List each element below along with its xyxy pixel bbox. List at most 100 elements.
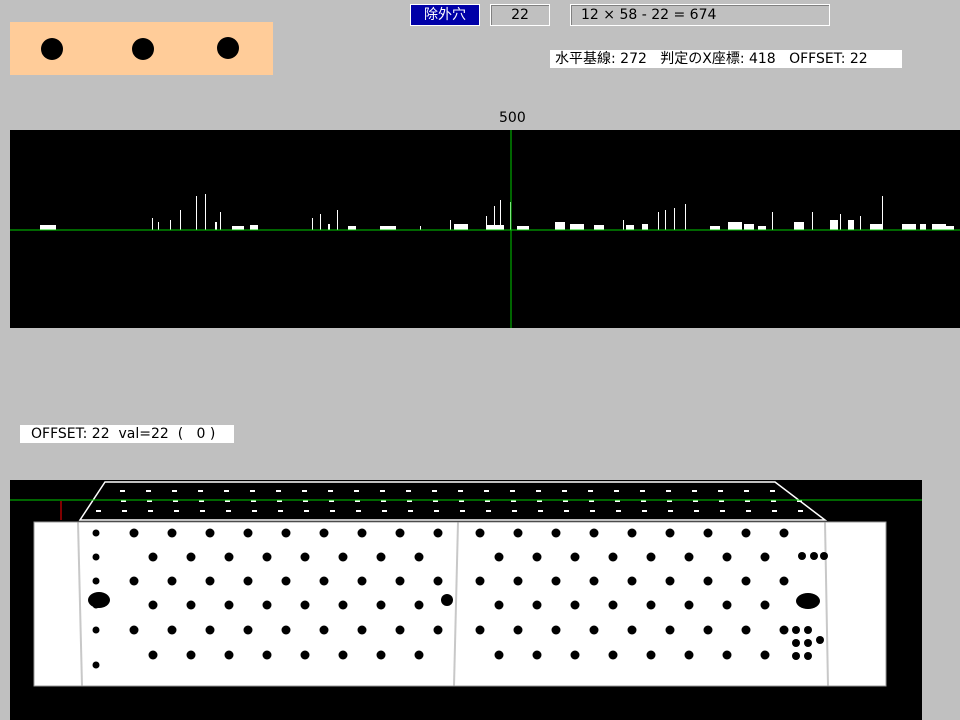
strip-hole xyxy=(666,490,671,492)
strip-hole xyxy=(512,510,517,512)
plate-image-svg xyxy=(10,481,922,687)
histogram-bar xyxy=(623,220,624,230)
plate-hole xyxy=(703,528,713,538)
histogram-bar xyxy=(642,224,648,230)
plate-hole xyxy=(804,626,812,634)
plate-hole xyxy=(684,600,694,610)
plate-hole xyxy=(589,625,599,635)
plate-hole xyxy=(684,650,694,660)
plate-hole xyxy=(494,552,504,562)
strip-hole xyxy=(484,490,489,492)
plate-hole xyxy=(513,576,523,586)
oval-hole xyxy=(441,594,453,606)
plate-hole xyxy=(608,600,618,610)
strip-hole xyxy=(642,510,647,512)
histogram-bar xyxy=(626,225,634,230)
plate-hole xyxy=(608,552,618,562)
plate-hole xyxy=(570,650,580,660)
histogram-bar xyxy=(450,220,451,230)
plate-hole xyxy=(92,661,100,669)
plate-hole xyxy=(475,625,485,635)
strip-hole xyxy=(96,510,101,512)
strip-hole xyxy=(434,510,439,512)
histogram-bar xyxy=(40,225,56,230)
histogram-bar xyxy=(840,214,841,230)
strip-hole xyxy=(432,490,437,492)
hole-count-field[interactable]: 22 xyxy=(490,4,550,26)
plate-hole xyxy=(816,636,824,644)
strip-hole xyxy=(562,490,567,492)
plate-hole xyxy=(779,576,789,586)
plate-hole xyxy=(646,552,656,562)
histogram-bar xyxy=(152,218,153,230)
histogram-bar xyxy=(196,196,197,230)
plate-hole xyxy=(532,650,542,660)
exclude-hole-button[interactable]: 除外穴 xyxy=(410,4,480,26)
strip-hole xyxy=(772,510,777,512)
plate-hole xyxy=(760,600,770,610)
strip-hole xyxy=(744,490,749,492)
plate-hole xyxy=(665,576,675,586)
plate-hole xyxy=(608,650,618,660)
plate-hole xyxy=(300,600,310,610)
histogram-bar xyxy=(812,212,813,230)
histogram-marker-label: 500 xyxy=(499,110,526,126)
strip-hole xyxy=(356,510,361,512)
strip-hole xyxy=(536,490,541,492)
histogram-bar xyxy=(794,222,804,230)
plate-hole xyxy=(167,576,177,586)
plate-hole xyxy=(319,528,329,538)
strip-hole xyxy=(564,510,569,512)
strip-hole xyxy=(224,490,229,492)
hole-preview-panel xyxy=(10,22,273,75)
histogram-bar xyxy=(658,212,659,230)
plate-hole xyxy=(665,625,675,635)
plate-hole xyxy=(570,600,580,610)
histogram-bar xyxy=(158,222,159,230)
plate-hole xyxy=(551,625,561,635)
plate-hole xyxy=(551,528,561,538)
plate-hole xyxy=(589,576,599,586)
plate-hole xyxy=(376,600,386,610)
plate-hole xyxy=(804,652,812,660)
plate-hole xyxy=(148,552,158,562)
plate-hole xyxy=(338,552,348,562)
plate-hole xyxy=(319,625,329,635)
plate-hole xyxy=(129,528,139,538)
plate-hole xyxy=(205,576,215,586)
strip-hole xyxy=(640,490,645,492)
strip-hole xyxy=(380,490,385,492)
plate-hole xyxy=(281,576,291,586)
plate-hole xyxy=(627,528,637,538)
strip-hole xyxy=(770,490,775,492)
plate-hole xyxy=(414,600,424,610)
histogram-bar xyxy=(920,224,926,230)
strip-hole xyxy=(252,510,257,512)
plate-hole xyxy=(148,600,158,610)
plate-hole xyxy=(792,626,800,634)
strip-hole xyxy=(616,510,621,512)
histogram-bar xyxy=(946,226,954,230)
strip-hole xyxy=(328,490,333,492)
histogram-bar xyxy=(420,226,421,230)
plate-hole xyxy=(513,528,523,538)
plate-hole xyxy=(319,576,329,586)
plate-hole xyxy=(186,552,196,562)
plate-hole xyxy=(433,528,443,538)
plate-hole xyxy=(224,600,234,610)
plate-hole xyxy=(357,528,367,538)
strip-hole xyxy=(122,510,127,512)
plate-hole xyxy=(414,552,424,562)
plate-hole xyxy=(262,650,272,660)
plate-hole xyxy=(627,576,637,586)
strip-hole xyxy=(304,510,309,512)
formula-field: 12 × 58 - 22 = 674 xyxy=(570,4,830,26)
strip-hole xyxy=(406,490,411,492)
plate-hole xyxy=(810,552,818,560)
plate-hole xyxy=(92,626,100,634)
plate-hole xyxy=(414,650,424,660)
plate-image-view xyxy=(10,480,922,720)
histogram-bar xyxy=(320,214,321,230)
plate-hole xyxy=(205,625,215,635)
plate-hole xyxy=(92,553,100,561)
